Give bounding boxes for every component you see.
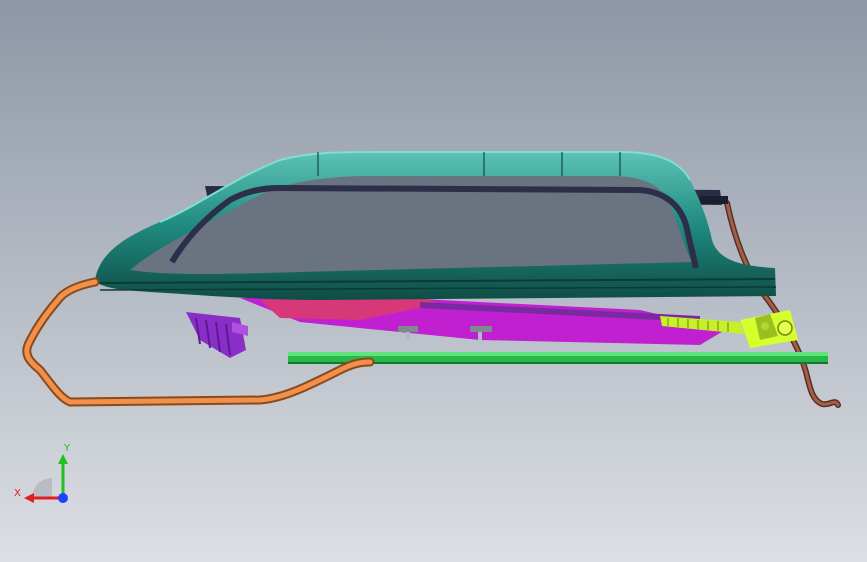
model-scene[interactable] — [0, 0, 867, 562]
x-axis-arrowhead — [24, 493, 34, 503]
y-axis-arrowhead — [58, 454, 68, 464]
triad-graphic: Y X — [14, 443, 71, 503]
cad-viewport[interactable]: Y X — [0, 0, 867, 562]
triad-plane-indicator — [32, 478, 52, 498]
z-axis-origin — [58, 493, 68, 503]
y-axis-label: Y — [63, 443, 71, 454]
x-axis-label: X — [14, 488, 21, 499]
coordinate-triad: Y X — [10, 440, 82, 512]
